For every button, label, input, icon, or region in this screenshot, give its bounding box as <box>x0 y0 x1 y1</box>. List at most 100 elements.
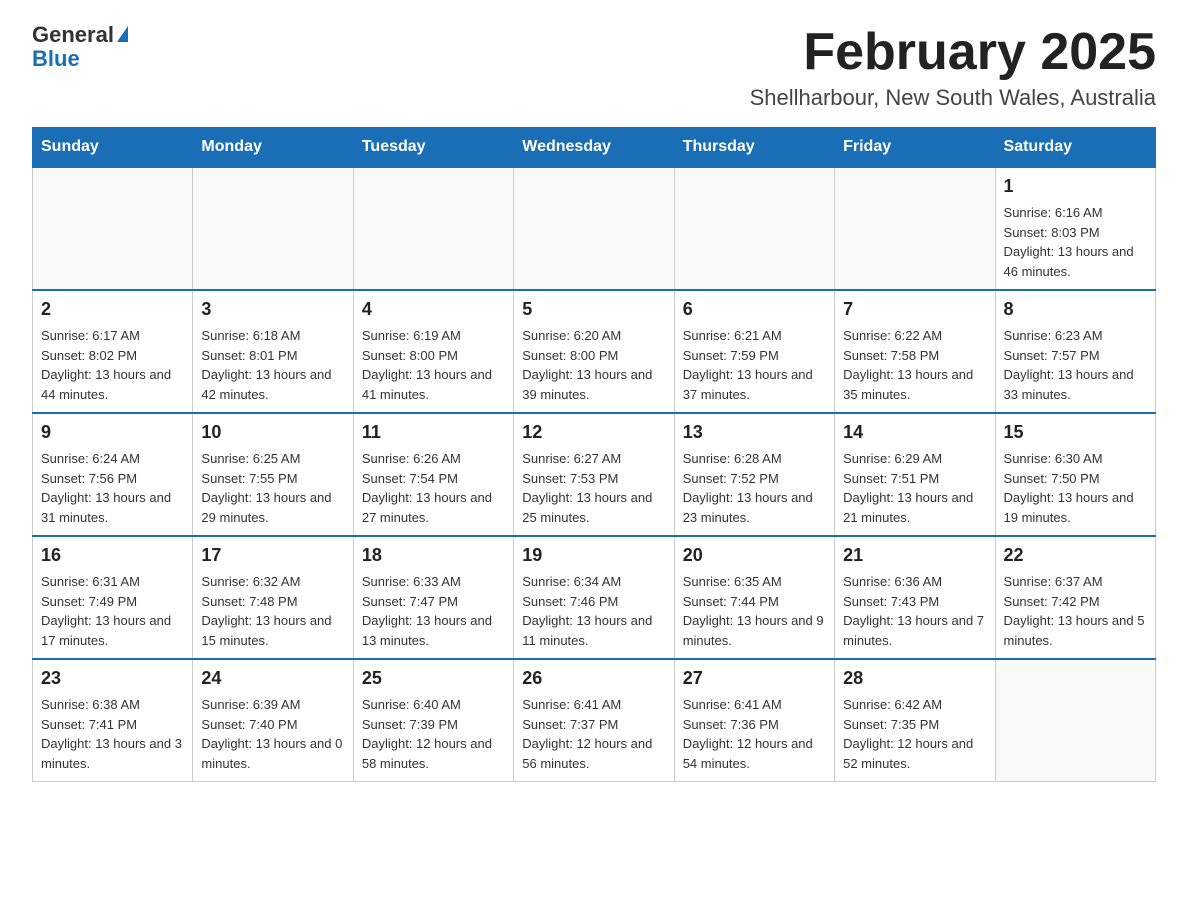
calendar-day-cell: 18 Sunrise: 6:33 AM Sunset: 7:47 PM Dayli… <box>353 536 513 659</box>
day-number: 27 <box>683 668 826 689</box>
calendar-header-friday: Friday <box>835 128 995 168</box>
calendar-table: SundayMondayTuesdayWednesdayThursdayFrid… <box>32 127 1156 782</box>
calendar-day-cell: 5 Sunrise: 6:20 AM Sunset: 8:00 PM Daylig… <box>514 290 674 413</box>
calendar-day-cell: 24 Sunrise: 6:39 AM Sunset: 7:40 PM Dayli… <box>193 659 353 782</box>
calendar-week-row: 16Sunrise: 6:31 AM Sunset: 7:49 PM Dayli… <box>33 536 1156 659</box>
day-info: Sunrise: 6:17 AM Sunset: 8:02 PM Dayligh… <box>41 326 184 404</box>
day-number: 21 <box>843 545 986 566</box>
day-number: 11 <box>362 422 505 443</box>
calendar-header-row: SundayMondayTuesdayWednesdayThursdayFrid… <box>33 128 1156 168</box>
calendar-header-sunday: Sunday <box>33 128 193 168</box>
calendar-day-cell: 19 Sunrise: 6:34 AM Sunset: 7:46 PM Dayli… <box>514 536 674 659</box>
day-number: 6 <box>683 299 826 320</box>
calendar-day-cell: 6Sunrise: 6:21 AM Sunset: 7:59 PM Daylig… <box>674 290 834 413</box>
day-number: 26 <box>522 668 665 689</box>
day-info: Sunrise: 6:40 AM Sunset: 7:39 PM Dayligh… <box>362 695 505 773</box>
day-number: 25 <box>362 668 505 689</box>
day-info: Sunrise: 6:30 AM Sunset: 7:50 PM Dayligh… <box>1004 449 1147 527</box>
day-number: 24 <box>201 668 344 689</box>
day-number: 9 <box>41 422 184 443</box>
page-header: General Blue February 2025 Shellharbour,… <box>32 24 1156 111</box>
day-info: Sunrise: 6:16 AM Sunset: 8:03 PM Dayligh… <box>1004 203 1147 281</box>
day-info: Sunrise: 6:42 AM Sunset: 7:35 PM Dayligh… <box>843 695 986 773</box>
day-info: Sunrise: 6:39 AM Sunset: 7:40 PM Dayligh… <box>201 695 344 773</box>
title-section: February 2025 Shellharbour, New South Wa… <box>750 24 1156 111</box>
day-number: 7 <box>843 299 986 320</box>
day-info: Sunrise: 6:24 AM Sunset: 7:56 PM Dayligh… <box>41 449 184 527</box>
day-info: Sunrise: 6:27 AM Sunset: 7:53 PM Dayligh… <box>522 449 665 527</box>
calendar-day-cell: 7Sunrise: 6:22 AM Sunset: 7:58 PM Daylig… <box>835 290 995 413</box>
calendar-day-cell: 12 Sunrise: 6:27 AM Sunset: 7:53 PM Dayli… <box>514 413 674 536</box>
day-info: Sunrise: 6:23 AM Sunset: 7:57 PM Dayligh… <box>1004 326 1147 404</box>
day-number: 8 <box>1004 299 1147 320</box>
calendar-week-row: 2 Sunrise: 6:17 AM Sunset: 8:02 PM Daylig… <box>33 290 1156 413</box>
calendar-header-saturday: Saturday <box>995 128 1155 168</box>
logo-general: General <box>32 24 114 46</box>
day-info: Sunrise: 6:41 AM Sunset: 7:36 PM Dayligh… <box>683 695 826 773</box>
day-info: Sunrise: 6:37 AM Sunset: 7:42 PM Dayligh… <box>1004 572 1147 650</box>
calendar-day-cell: 25 Sunrise: 6:40 AM Sunset: 7:39 PM Dayli… <box>353 659 513 782</box>
day-number: 15 <box>1004 422 1147 443</box>
day-info: Sunrise: 6:34 AM Sunset: 7:46 PM Dayligh… <box>522 572 665 650</box>
day-number: 19 <box>522 545 665 566</box>
day-number: 10 <box>201 422 344 443</box>
calendar-header-monday: Monday <box>193 128 353 168</box>
day-info: Sunrise: 6:28 AM Sunset: 7:52 PM Dayligh… <box>683 449 826 527</box>
calendar-day-cell <box>835 167 995 290</box>
day-info: Sunrise: 6:20 AM Sunset: 8:00 PM Dayligh… <box>522 326 665 404</box>
day-number: 23 <box>41 668 184 689</box>
calendar-day-cell: 23 Sunrise: 6:38 AM Sunset: 7:41 PM Dayli… <box>33 659 193 782</box>
calendar-day-cell: 13 Sunrise: 6:28 AM Sunset: 7:52 PM Dayli… <box>674 413 834 536</box>
day-number: 17 <box>201 545 344 566</box>
calendar-day-cell <box>193 167 353 290</box>
calendar-day-cell: 8 Sunrise: 6:23 AM Sunset: 7:57 PM Daylig… <box>995 290 1155 413</box>
calendar-day-cell: 21 Sunrise: 6:36 AM Sunset: 7:43 PM Dayli… <box>835 536 995 659</box>
calendar-day-cell <box>514 167 674 290</box>
day-number: 16 <box>41 545 184 566</box>
calendar-header-tuesday: Tuesday <box>353 128 513 168</box>
calendar-week-row: 23 Sunrise: 6:38 AM Sunset: 7:41 PM Dayli… <box>33 659 1156 782</box>
calendar-day-cell: 20Sunrise: 6:35 AM Sunset: 7:44 PM Dayli… <box>674 536 834 659</box>
calendar-day-cell <box>33 167 193 290</box>
calendar-day-cell: 14 Sunrise: 6:29 AM Sunset: 7:51 PM Dayli… <box>835 413 995 536</box>
day-number: 28 <box>843 668 986 689</box>
calendar-day-cell <box>674 167 834 290</box>
day-number: 14 <box>843 422 986 443</box>
calendar-day-cell: 16Sunrise: 6:31 AM Sunset: 7:49 PM Dayli… <box>33 536 193 659</box>
day-number: 18 <box>362 545 505 566</box>
calendar-day-cell: 9 Sunrise: 6:24 AM Sunset: 7:56 PM Daylig… <box>33 413 193 536</box>
day-number: 4 <box>362 299 505 320</box>
day-info: Sunrise: 6:38 AM Sunset: 7:41 PM Dayligh… <box>41 695 184 773</box>
day-number: 2 <box>41 299 184 320</box>
day-number: 12 <box>522 422 665 443</box>
calendar-day-cell: 3 Sunrise: 6:18 AM Sunset: 8:01 PM Daylig… <box>193 290 353 413</box>
calendar-header-wednesday: Wednesday <box>514 128 674 168</box>
day-number: 5 <box>522 299 665 320</box>
day-number: 13 <box>683 422 826 443</box>
calendar-day-cell: 15 Sunrise: 6:30 AM Sunset: 7:50 PM Dayli… <box>995 413 1155 536</box>
day-info: Sunrise: 6:25 AM Sunset: 7:55 PM Dayligh… <box>201 449 344 527</box>
day-info: Sunrise: 6:33 AM Sunset: 7:47 PM Dayligh… <box>362 572 505 650</box>
calendar-day-cell: 4 Sunrise: 6:19 AM Sunset: 8:00 PM Daylig… <box>353 290 513 413</box>
day-info: Sunrise: 6:32 AM Sunset: 7:48 PM Dayligh… <box>201 572 344 650</box>
day-info: Sunrise: 6:41 AM Sunset: 7:37 PM Dayligh… <box>522 695 665 773</box>
day-info: Sunrise: 6:26 AM Sunset: 7:54 PM Dayligh… <box>362 449 505 527</box>
calendar-day-cell: 2 Sunrise: 6:17 AM Sunset: 8:02 PM Daylig… <box>33 290 193 413</box>
calendar-day-cell: 11 Sunrise: 6:26 AM Sunset: 7:54 PM Dayli… <box>353 413 513 536</box>
day-info: Sunrise: 6:29 AM Sunset: 7:51 PM Dayligh… <box>843 449 986 527</box>
day-info: Sunrise: 6:36 AM Sunset: 7:43 PM Dayligh… <box>843 572 986 650</box>
calendar-day-cell <box>995 659 1155 782</box>
calendar-day-cell: 10 Sunrise: 6:25 AM Sunset: 7:55 PM Dayli… <box>193 413 353 536</box>
calendar-week-row: 1Sunrise: 6:16 AM Sunset: 8:03 PM Daylig… <box>33 167 1156 290</box>
logo-triangle-icon <box>117 26 128 42</box>
day-number: 20 <box>683 545 826 566</box>
day-info: Sunrise: 6:19 AM Sunset: 8:00 PM Dayligh… <box>362 326 505 404</box>
calendar-day-cell: 17 Sunrise: 6:32 AM Sunset: 7:48 PM Dayli… <box>193 536 353 659</box>
calendar-day-cell <box>353 167 513 290</box>
day-number: 3 <box>201 299 344 320</box>
location-subtitle: Shellharbour, New South Wales, Australia <box>750 85 1156 111</box>
calendar-day-cell: 22 Sunrise: 6:37 AM Sunset: 7:42 PM Dayli… <box>995 536 1155 659</box>
logo-blue: Blue <box>32 46 80 71</box>
day-number: 22 <box>1004 545 1147 566</box>
day-info: Sunrise: 6:18 AM Sunset: 8:01 PM Dayligh… <box>201 326 344 404</box>
